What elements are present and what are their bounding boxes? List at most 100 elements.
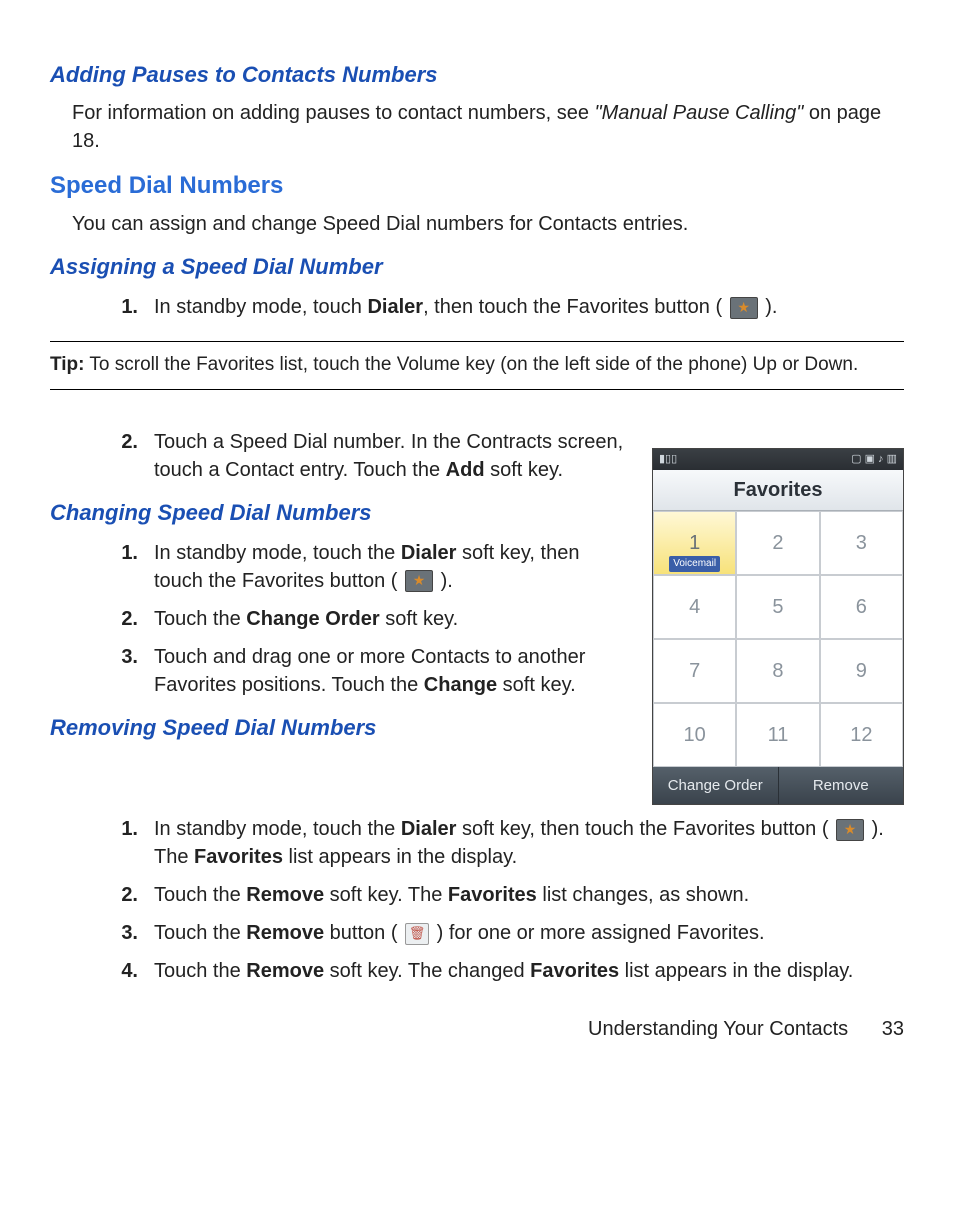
cell-number: 12 (850, 721, 872, 749)
text: button ( (324, 922, 403, 944)
ui-label: Remove (246, 884, 324, 906)
step-body: Touch the Remove soft key. The Favorites… (154, 881, 904, 909)
text: soft key. The changed (324, 960, 530, 982)
status-right: ▢ ▣ ♪ ▥ (851, 452, 897, 467)
step-body: In standby mode, touch the Dialer soft k… (154, 815, 904, 871)
cell-number: 5 (772, 593, 783, 621)
ui-label: Dialer (401, 818, 457, 840)
footer-text: Understanding Your Contacts (588, 1018, 848, 1040)
heading-speed-dial: Speed Dial Numbers (50, 169, 904, 203)
heading-changing: Changing Speed Dial Numbers (50, 498, 632, 529)
text: , then touch the Favorites button ( (423, 296, 728, 318)
ui-label: Remove (246, 922, 324, 944)
cell-label: Voicemail (669, 556, 720, 572)
list-item: 2. Touch the Remove soft key. The Favori… (50, 881, 904, 909)
step-number: 1. (98, 293, 154, 321)
cell-number: 3 (856, 529, 867, 557)
text: list appears in the display. (283, 846, 517, 868)
phone-statusbar: ▮▯▯ ▢ ▣ ♪ ▥ (653, 449, 903, 470)
cell-number: 6 (856, 593, 867, 621)
phone-cell-12[interactable]: 12 (820, 703, 903, 767)
text: soft key. The (324, 884, 448, 906)
phone-cell-4[interactable]: 4 (653, 575, 736, 639)
text: ). (760, 296, 778, 318)
phone-cell-11[interactable]: 11 (736, 703, 819, 767)
ui-label: Remove (246, 960, 324, 982)
cell-number: 8 (772, 657, 783, 685)
text: In standby mode, touch (154, 296, 367, 318)
text: In standby mode, touch the (154, 818, 401, 840)
page-number: 33 (882, 1015, 904, 1043)
cell-number: 11 (768, 721, 789, 749)
trash-icon (405, 923, 429, 945)
text: soft key. (380, 608, 459, 630)
phone-softkeys: Change Order Remove (653, 767, 903, 804)
cross-reference: "Manual Pause Calling" (595, 102, 804, 124)
step-number: 2. (98, 881, 154, 909)
list-item: 1. In standby mode, touch the Dialer sof… (50, 539, 632, 595)
tip-box: Tip: To scroll the Favorites list, touch… (50, 341, 904, 390)
softkey-remove[interactable]: Remove (779, 767, 904, 804)
text: In standby mode, touch the (154, 542, 401, 564)
ui-label: Add (446, 459, 485, 481)
step-body: Touch the Change Order soft key. (154, 605, 632, 633)
cell-number: 4 (689, 593, 700, 621)
text: list appears in the display. (619, 960, 853, 982)
step-body: In standby mode, touch Dialer, then touc… (154, 293, 904, 321)
text: Touch the (154, 922, 246, 944)
step-number: 1. (98, 815, 154, 871)
phone-cell-10[interactable]: 10 (653, 703, 736, 767)
list-item: 3. Touch the Remove button ( ) for one o… (50, 919, 904, 947)
step-number: 4. (98, 957, 154, 985)
ui-label: Favorites (530, 960, 619, 982)
ui-label: Change Order (246, 608, 379, 630)
phone-cell-6[interactable]: 6 (820, 575, 903, 639)
phone-cell-7[interactable]: 7 (653, 639, 736, 703)
paragraph-speed-dial-intro: You can assign and change Speed Dial num… (72, 210, 904, 238)
step-body: Touch the Remove soft key. The changed F… (154, 957, 904, 985)
phone-cell-9[interactable]: 9 (820, 639, 903, 703)
step-body: Touch and drag one or more Contacts to a… (154, 643, 632, 699)
text: soft key. (485, 459, 564, 481)
favorites-star-icon (405, 570, 433, 592)
assign-steps-list-cont: 2. Touch a Speed Dial number. In the Con… (50, 428, 632, 484)
assign-steps-list: 1. In standby mode, touch Dialer, then t… (50, 293, 904, 321)
text: Touch the (154, 960, 246, 982)
softkey-change-order[interactable]: Change Order (653, 767, 779, 804)
change-steps-list: 1. In standby mode, touch the Dialer sof… (50, 539, 632, 699)
step-number: 2. (98, 605, 154, 633)
paragraph-adding-pauses: For information on adding pauses to cont… (72, 99, 904, 155)
phone-cell-8[interactable]: 8 (736, 639, 819, 703)
list-item: 2. Touch the Change Order soft key. (50, 605, 632, 633)
list-item: 2. Touch a Speed Dial number. In the Con… (50, 428, 632, 484)
heading-removing: Removing Speed Dial Numbers (50, 713, 632, 744)
ui-label: Change (424, 674, 497, 696)
list-item: 4. Touch the Remove soft key. The change… (50, 957, 904, 985)
cell-number: 1 (689, 529, 700, 557)
favorites-star-icon (836, 819, 864, 841)
text: Touch the (154, 608, 246, 630)
text: soft key. (497, 674, 576, 696)
text: ). (435, 570, 453, 592)
phone-grid: 1Voicemail 2 3 4 5 6 7 8 9 10 11 12 (653, 511, 903, 767)
phone-cell-2[interactable]: 2 (736, 511, 819, 575)
phone-title: Favorites (653, 470, 903, 511)
cell-number: 9 (856, 657, 867, 685)
list-item: 1. In standby mode, touch the Dialer sof… (50, 815, 904, 871)
tip-text: To scroll the Favorites list, touch the … (84, 354, 858, 375)
cell-number: 2 (772, 529, 783, 557)
phone-cell-3[interactable]: 3 (820, 511, 903, 575)
text: For information on adding pauses to cont… (72, 102, 595, 124)
step-number: 2. (98, 428, 154, 484)
text: soft key, then touch the Favorites butto… (456, 818, 834, 840)
tip-label: Tip: (50, 354, 84, 375)
page-footer: Understanding Your Contacts 33 (50, 1015, 904, 1043)
step-number: 3. (98, 643, 154, 699)
text: Touch the (154, 884, 246, 906)
text: list changes, as shown. (537, 884, 749, 906)
phone-cell-5[interactable]: 5 (736, 575, 819, 639)
cell-number: 10 (684, 721, 706, 749)
ui-label: Favorites (448, 884, 537, 906)
phone-cell-1[interactable]: 1Voicemail (653, 511, 736, 575)
step-body: In standby mode, touch the Dialer soft k… (154, 539, 632, 595)
